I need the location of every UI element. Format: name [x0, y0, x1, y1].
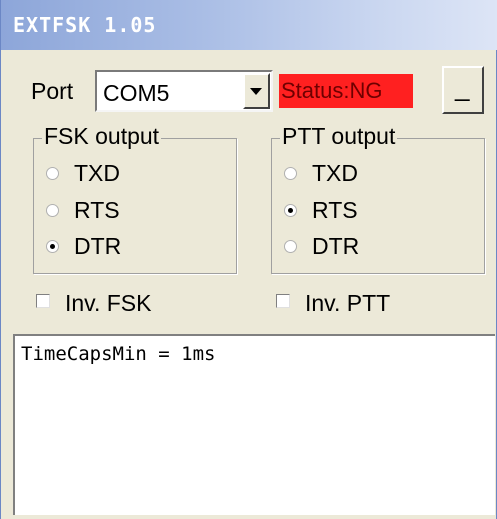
ptt-radio-rts-label: RTS [312, 197, 358, 223]
radio-button-selected-icon[interactable] [284, 204, 297, 217]
radio-button-icon[interactable] [46, 167, 59, 180]
extfsk-window: EXTFSK 1.05 Port COM5 Status:NG _ FSK ou… [0, 0, 497, 519]
fsk-radio-txd-label: TXD [74, 160, 120, 186]
minimize-button[interactable]: _ [442, 66, 484, 114]
port-dropdown-button[interactable] [243, 73, 270, 109]
inv-fsk-label[interactable]: Inv. FSK [65, 290, 152, 317]
window-title: EXTFSK 1.05 [13, 13, 157, 37]
radio-button-selected-icon[interactable] [46, 240, 59, 253]
log-line: TimeCapsMin = 1ms [21, 343, 216, 365]
port-label: Port [31, 78, 74, 104]
fsk-radio-rts-label: RTS [74, 197, 120, 223]
status-text: Status:NG [281, 78, 383, 103]
log-textarea[interactable]: TimeCapsMin = 1ms [13, 334, 495, 515]
radio-button-icon[interactable] [284, 240, 297, 253]
minimize-label: _ [455, 72, 470, 102]
status-indicator: Status:NG [279, 74, 413, 108]
radio-dot-icon [288, 208, 293, 213]
radio-button-icon[interactable] [284, 167, 297, 180]
inv-fsk-checkbox[interactable] [36, 294, 50, 308]
fsk-output-group: FSK output TXD RTS DTR [33, 123, 237, 274]
port-select[interactable]: COM5 [95, 70, 273, 112]
ptt-radio-txd-label: TXD [312, 160, 358, 186]
port-select-value: COM5 [103, 80, 170, 106]
radio-dot-icon [50, 244, 55, 249]
ptt-output-group: PTT output TXD RTS DTR [271, 123, 485, 274]
ptt-output-title: PTT output [280, 123, 398, 150]
inv-ptt-checkbox[interactable] [276, 294, 290, 308]
ptt-radio-dtr-label: DTR [312, 233, 360, 259]
fsk-output-title: FSK output [42, 123, 162, 150]
radio-button-icon[interactable] [46, 204, 59, 217]
fsk-radio-dtr-label: DTR [74, 233, 122, 259]
title-bar[interactable]: EXTFSK 1.05 [1, 0, 497, 50]
chevron-down-icon [250, 88, 262, 95]
inv-ptt-label[interactable]: Inv. PTT [305, 290, 390, 317]
